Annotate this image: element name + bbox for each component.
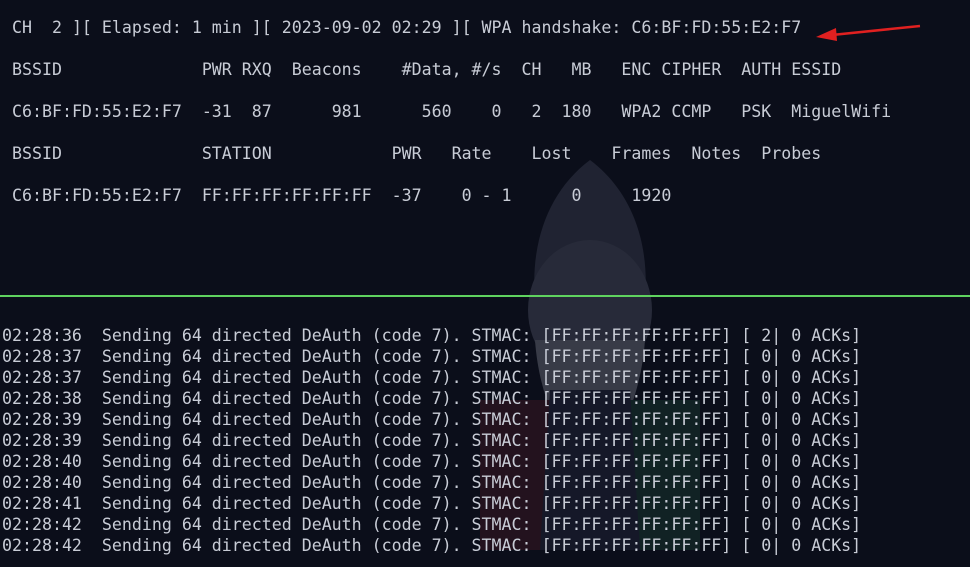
log-line: 02:28:41 Sending 64 directed DeAuth (cod… <box>2 494 862 513</box>
status-line: CH 2 ][ Elapsed: 1 min ][ 2023-09-02 02:… <box>12 18 802 37</box>
log-line: 02:28:36 Sending 64 directed DeAuth (cod… <box>2 326 862 345</box>
log-line: 02:28:37 Sending 64 directed DeAuth (cod… <box>2 347 862 366</box>
ap-table-header: BSSID PWR RXQ Beacons #Data, #/s CH MB E… <box>12 60 842 79</box>
terminal-window[interactable]: CH 2 ][ Elapsed: 1 min ][ 2023-09-02 02:… <box>0 0 970 567</box>
log-line: 02:28:40 Sending 64 directed DeAuth (cod… <box>2 452 862 471</box>
log-line: 02:28:39 Sending 64 directed DeAuth (cod… <box>2 410 862 429</box>
ap-table-row: C6:BF:FD:55:E2:F7 -31 87 981 560 0 2 180… <box>12 102 892 121</box>
log-line: 02:28:38 Sending 64 directed DeAuth (cod… <box>2 389 862 408</box>
station-table-header: BSSID STATION PWR Rate Lost Frames Notes… <box>12 144 822 163</box>
arrow-left-icon <box>816 24 921 41</box>
log-line: 02:28:37 Sending 64 directed DeAuth (cod… <box>2 368 862 387</box>
log-line: 02:28:42 Sending 64 directed DeAuth (cod… <box>2 515 862 534</box>
pane-divider[interactable] <box>0 295 970 297</box>
airodump-pane: CH 2 ][ Elapsed: 1 min ][ 2023-09-02 02:… <box>0 0 970 296</box>
log-line: 02:28:40 Sending 64 directed DeAuth (cod… <box>2 473 862 492</box>
log-line: 02:28:39 Sending 64 directed DeAuth (cod… <box>2 431 862 450</box>
log-line: 02:28:42 Sending 64 directed DeAuth (cod… <box>2 536 862 555</box>
station-table-row: C6:BF:FD:55:E2:F7 FF:FF:FF:FF:FF:FF -37 … <box>12 186 672 205</box>
aireplay-log: 02:28:36 Sending 64 directed DeAuth (cod… <box>2 325 861 556</box>
